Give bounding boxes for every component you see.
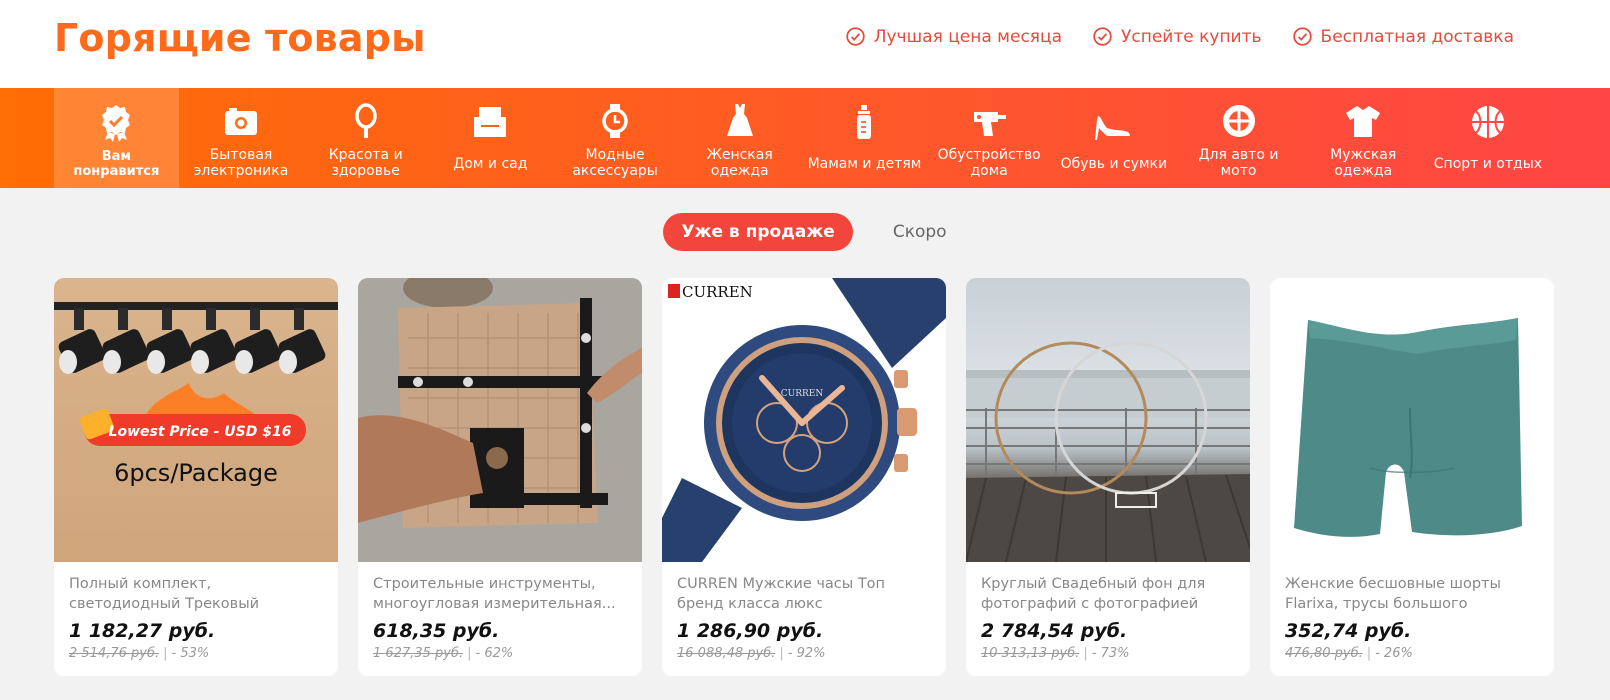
category-fashion-accessories[interactable]: Модные аксессуары [553, 88, 678, 188]
dress-icon [726, 104, 753, 137]
award-icon [102, 105, 131, 142]
category-electronics[interactable]: Бытовая электроника [179, 88, 304, 188]
product-name[interactable]: Женские бесшовные шорты Flarixa, трусы б… [1285, 574, 1539, 614]
promo-badge-text: Lowest Price - USD $16 [109, 424, 292, 440]
product-old-price-row: 2 514,76 руб. | - 53% [69, 646, 210, 661]
top-header: Горящие товары Лучшая цена месяца Успейт… [0, 0, 1610, 88]
product-card[interactable]: Lowest Price - USD $16 6pcs/Package Полн… [54, 278, 338, 676]
discount: - 62% [475, 646, 514, 661]
discount: - 53% [171, 646, 210, 661]
tshirt-icon [1346, 106, 1381, 138]
tab-coming-soon[interactable]: Скоро [893, 222, 947, 242]
perk-hurry: Успейте купить [1092, 26, 1262, 47]
category-shoes-bags[interactable]: Обувь и сумки [1052, 88, 1177, 188]
armchair-icon [474, 107, 507, 137]
mirror-icon [354, 103, 377, 139]
category-bar: Вам понравится Бытовая электроника Красо… [0, 88, 1610, 188]
sale-tabs: Уже в продаже Скоро [0, 213, 1610, 251]
check-circle-icon [1093, 27, 1112, 46]
old-price: 2 514,76 руб. [69, 646, 160, 661]
perk-best-price: Лучшая цена месяца [845, 26, 1062, 47]
perk-free-shipping: Бесплатная доставка [1292, 26, 1514, 47]
discount: - 26% [1375, 646, 1413, 661]
product-price: 1 182,27 руб. [69, 620, 216, 642]
category-home-improvement[interactable]: Обустройство дома [927, 88, 1052, 188]
product-name[interactable]: Круглый Свадебный фон для фотографий с ф… [981, 574, 1235, 614]
product-image-track-lights[interactable]: Lowest Price - USD $16 6pcs/Package [54, 278, 338, 562]
basketball-icon [1471, 106, 1504, 138]
product-image-shorts[interactable] [1270, 278, 1554, 562]
category-for-you[interactable]: Вам понравится [54, 88, 179, 188]
product-grid: Lowest Price - USD $16 6pcs/Package Полн… [54, 278, 1554, 676]
wheel-icon [1222, 105, 1255, 138]
product-old-price-row: 10 313,13 руб. | - 73% [981, 646, 1130, 661]
category-beauty[interactable]: Красота и здоровье [303, 88, 428, 188]
product-image-watch[interactable]: CURREN CURREN [662, 278, 946, 562]
product-card[interactable]: Строительные инструменты, многоугловая и… [358, 278, 642, 676]
product-price: 618,35 руб. [373, 620, 500, 642]
category-womens-clothing[interactable]: Женская одежда [677, 88, 802, 188]
product-name[interactable]: Строительные инструменты, многоугловая и… [373, 574, 627, 614]
product-name[interactable]: CURREN Мужские часы Топ бренд класса люк… [677, 574, 931, 614]
product-old-price-row: 476,80 руб. | - 26% [1285, 646, 1413, 661]
product-card[interactable]: CURREN CURREN CURREN Мужские часы Топ бр… [662, 278, 946, 676]
brand-logo-text: CURREN [682, 283, 753, 301]
category-sport[interactable]: Спорт и отдых [1426, 88, 1551, 188]
svg-text:CURREN: CURREN [781, 389, 824, 399]
product-old-price-row: 1 627,35 руб. | - 62% [373, 646, 514, 661]
old-price: 16 088,48 руб. [677, 646, 776, 661]
category-home-garden[interactable]: Дом и сад [428, 88, 553, 188]
check-circle-icon [1292, 27, 1312, 46]
drill-icon [974, 112, 1007, 137]
product-image-wedding-backdrop[interactable] [966, 278, 1250, 562]
old-price: 10 313,13 руб. [981, 646, 1080, 661]
perks-list: Лучшая цена месяца Успейте купить Беспла… [845, 26, 1514, 47]
old-price: 476,80 руб. [1285, 646, 1363, 661]
old-price: 1 627,35 руб. [373, 646, 464, 661]
baby-bottle-icon [857, 105, 872, 139]
tab-on-sale[interactable]: Уже в продаже [663, 213, 853, 251]
product-price: 352,74 руб. [1285, 620, 1412, 642]
promo-caption-text: 6pcs/Package [114, 459, 278, 487]
high-heel-icon [1094, 116, 1130, 140]
product-name[interactable]: Полный комплект, светодиодный Трековый с… [69, 574, 323, 614]
product-card[interactable]: Женские бесшовные шорты Flarixa, трусы б… [1270, 278, 1554, 676]
product-price: 2 784,54 руб. [981, 620, 1128, 642]
check-circle-icon [846, 27, 865, 46]
product-image-angle-ruler[interactable] [358, 278, 642, 562]
category-auto-moto[interactable]: Для авто и мото [1176, 88, 1301, 188]
watch-icon [602, 104, 628, 139]
discount: - 73% [1091, 646, 1130, 661]
discount: - 92% [787, 646, 826, 661]
product-price: 1 286,90 руб. [677, 620, 824, 642]
product-old-price-row: 16 088,48 руб. | - 92% [677, 646, 826, 661]
page-title: Горящие товары [54, 16, 426, 60]
camera-icon [225, 108, 258, 136]
product-card[interactable]: Круглый Свадебный фон для фотографий с ф… [966, 278, 1250, 676]
category-mom-kids[interactable]: Мамам и детям [802, 88, 927, 188]
category-mens-clothing[interactable]: Мужская одежда [1301, 88, 1426, 188]
